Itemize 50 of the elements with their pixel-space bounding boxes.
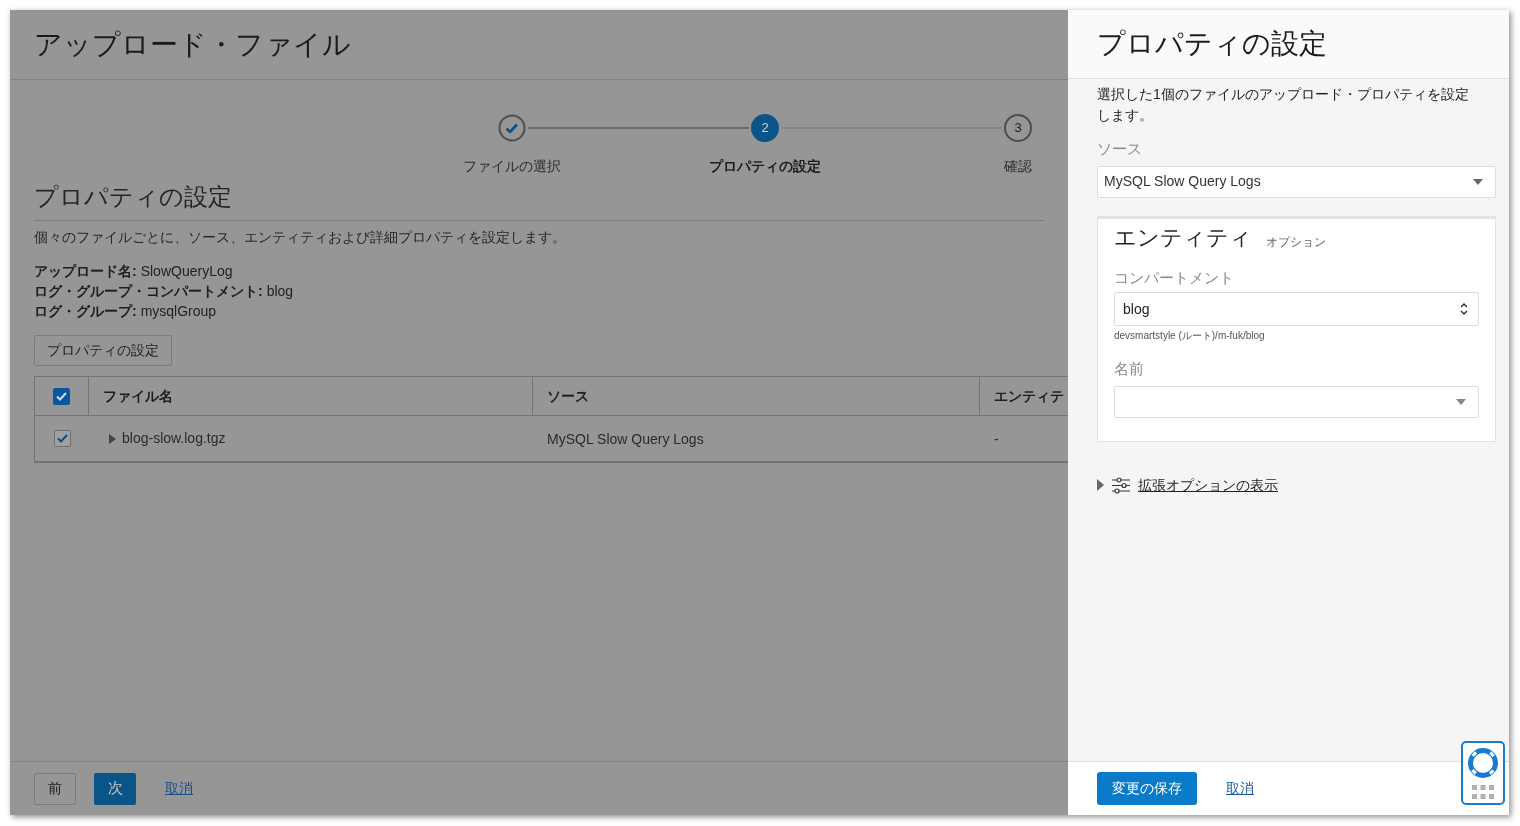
advanced-options-link[interactable]: 拡張オプションの表示 bbox=[1138, 474, 1278, 496]
section-title: プロパティの設定 bbox=[34, 182, 233, 212]
previous-button[interactable]: 前 bbox=[34, 772, 76, 805]
cancel-link[interactable]: 取消 bbox=[165, 778, 193, 799]
next-button[interactable]: 次 bbox=[94, 772, 136, 805]
expand-icon[interactable] bbox=[1097, 479, 1104, 491]
column-header[interactable]: ファイル名 bbox=[103, 385, 173, 407]
source-select[interactable]: MySQL Slow Query Logs bbox=[1097, 165, 1496, 198]
row-checkbox[interactable] bbox=[53, 430, 71, 447]
detail-value: SlowQueryLog bbox=[140, 262, 233, 281]
dropdown-arrow-icon bbox=[1473, 178, 1483, 185]
step-label[interactable]: プロパティの設定 bbox=[708, 156, 821, 177]
help-button[interactable] bbox=[1461, 741, 1505, 805]
detail-label: ログ・グループ: bbox=[34, 302, 137, 321]
step-complete-icon bbox=[498, 114, 526, 142]
optional-label: オプション bbox=[1266, 233, 1326, 251]
dropdown-arrow-icon bbox=[1456, 398, 1466, 405]
grid-dots-icon bbox=[1472, 785, 1494, 799]
page-title: アップロード・ファイル bbox=[34, 27, 351, 62]
entity-title: エンティティ bbox=[1114, 223, 1252, 252]
sliders-icon bbox=[1111, 476, 1131, 494]
field-label: 名前 bbox=[1114, 359, 1145, 379]
set-properties-button[interactable]: プロパティの設定 bbox=[34, 335, 172, 366]
step-label[interactable]: 確認 bbox=[1003, 156, 1032, 177]
save-button[interactable]: 変更の保存 bbox=[1097, 772, 1197, 805]
field-label: ソース bbox=[1097, 139, 1143, 159]
detail-value: mysqlGroup bbox=[140, 302, 217, 321]
detail-value: blog bbox=[266, 282, 294, 301]
check-icon bbox=[55, 432, 69, 445]
column-header[interactable]: エンティテ bbox=[994, 385, 1064, 407]
step-number: 2 bbox=[751, 114, 779, 142]
detail-label: アップロード名: bbox=[34, 262, 137, 281]
field-label: コンパートメント bbox=[1114, 267, 1235, 288]
section-description: 個々のファイルごとに、ソース、エンティティおよび詳細プロパティを設定します。 bbox=[34, 228, 567, 247]
step-number: 3 bbox=[1004, 114, 1032, 142]
table-cell: MySQL Slow Query Logs bbox=[547, 430, 704, 447]
panel-description: 選択した1個のファイルのアップロード・プロパティを設定します。 bbox=[1097, 85, 1470, 125]
step-label[interactable]: ファイルの選択 bbox=[462, 156, 561, 177]
table-cell-text: blog-slow.log.tgz bbox=[122, 429, 226, 448]
detail-label: ログ・グループ・コンパートメント: bbox=[34, 282, 263, 301]
expand-icon[interactable] bbox=[109, 433, 116, 444]
table-cell: - bbox=[994, 430, 999, 447]
compartment-select[interactable]: blog bbox=[1114, 292, 1479, 326]
column-header[interactable]: ソース bbox=[547, 385, 589, 407]
cancel-link[interactable]: 取消 bbox=[1226, 778, 1254, 799]
compartment-path: devsmartstyle (ルート)/m-fuk/blog bbox=[1114, 329, 1266, 343]
lifebuoy-icon bbox=[1467, 747, 1499, 779]
panel-title: プロパティの設定 bbox=[1097, 27, 1327, 61]
up-down-arrow-icon bbox=[1460, 302, 1468, 316]
select-all-checkbox[interactable] bbox=[53, 387, 70, 405]
